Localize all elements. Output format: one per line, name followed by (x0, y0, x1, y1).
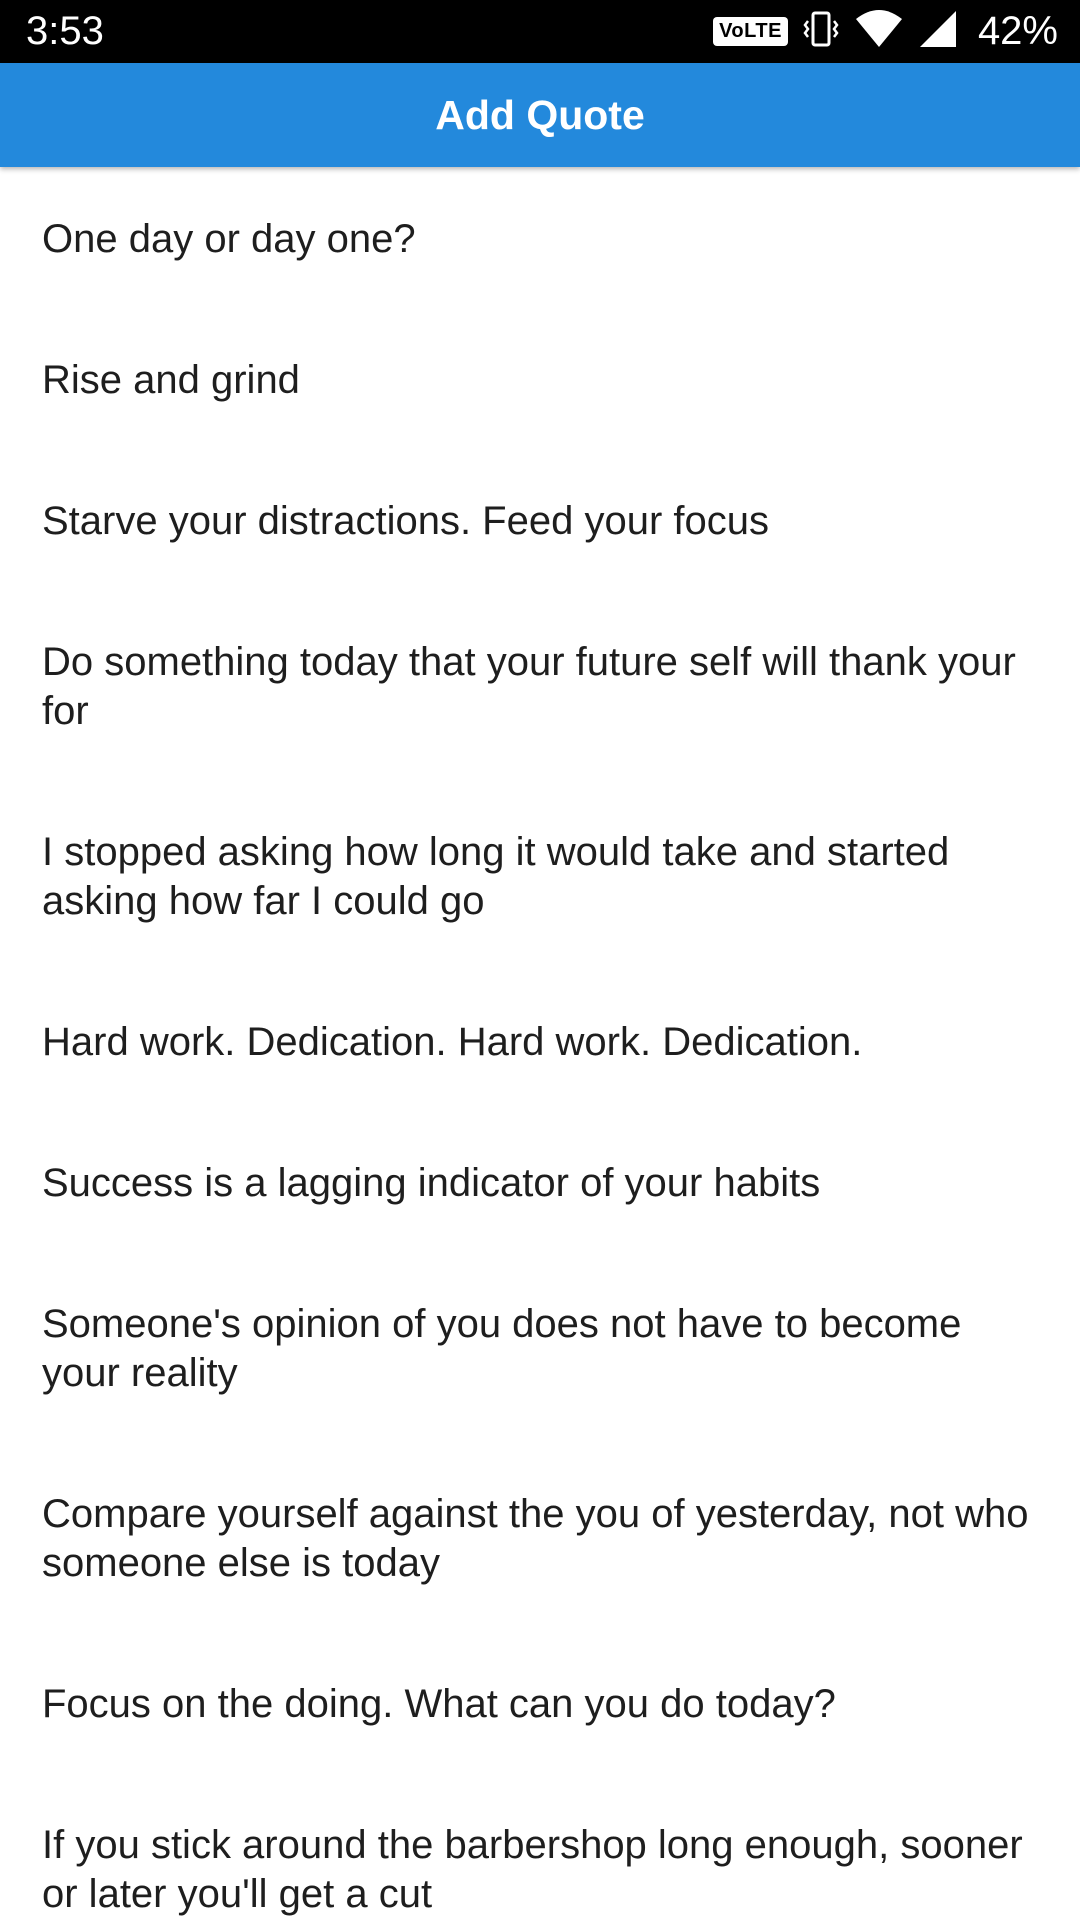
status-icons: VoLTE 42% (713, 8, 1058, 54)
list-item[interactable]: I stopped asking how long it would take … (0, 780, 1080, 970)
list-item[interactable]: Success is a lagging indicator of your h… (0, 1111, 1080, 1252)
list-item[interactable]: Do something today that your future self… (0, 590, 1080, 780)
list-item[interactable]: Rise and grind (0, 308, 1080, 449)
quote-list[interactable]: One day or day one? Rise and grind Starv… (0, 167, 1080, 1920)
signal-icon (918, 9, 958, 54)
battery-percent: 42% (977, 9, 1058, 53)
list-item[interactable]: Hard work. Dedication. Hard work. Dedica… (0, 970, 1080, 1111)
status-time: 3:53 (26, 9, 104, 53)
list-item[interactable]: One day or day one? (0, 167, 1080, 308)
list-item[interactable]: Someone's opinion of you does not have t… (0, 1252, 1080, 1442)
vibrate-icon (802, 9, 840, 54)
list-item[interactable]: If you stick around the barbershop long … (0, 1773, 1080, 1920)
list-item[interactable]: Compare yourself against the you of yest… (0, 1442, 1080, 1632)
add-quote-button[interactable]: Add Quote (0, 63, 1080, 167)
volte-icon: VoLTE (713, 16, 788, 46)
app-bar-title: Add Quote (435, 91, 645, 138)
wifi-icon (854, 9, 904, 54)
list-item[interactable]: Starve your distractions. Feed your focu… (0, 449, 1080, 590)
status-bar: 3:53 VoLTE 42% (0, 0, 1080, 63)
list-item[interactable]: Focus on the doing. What can you do toda… (0, 1632, 1080, 1773)
